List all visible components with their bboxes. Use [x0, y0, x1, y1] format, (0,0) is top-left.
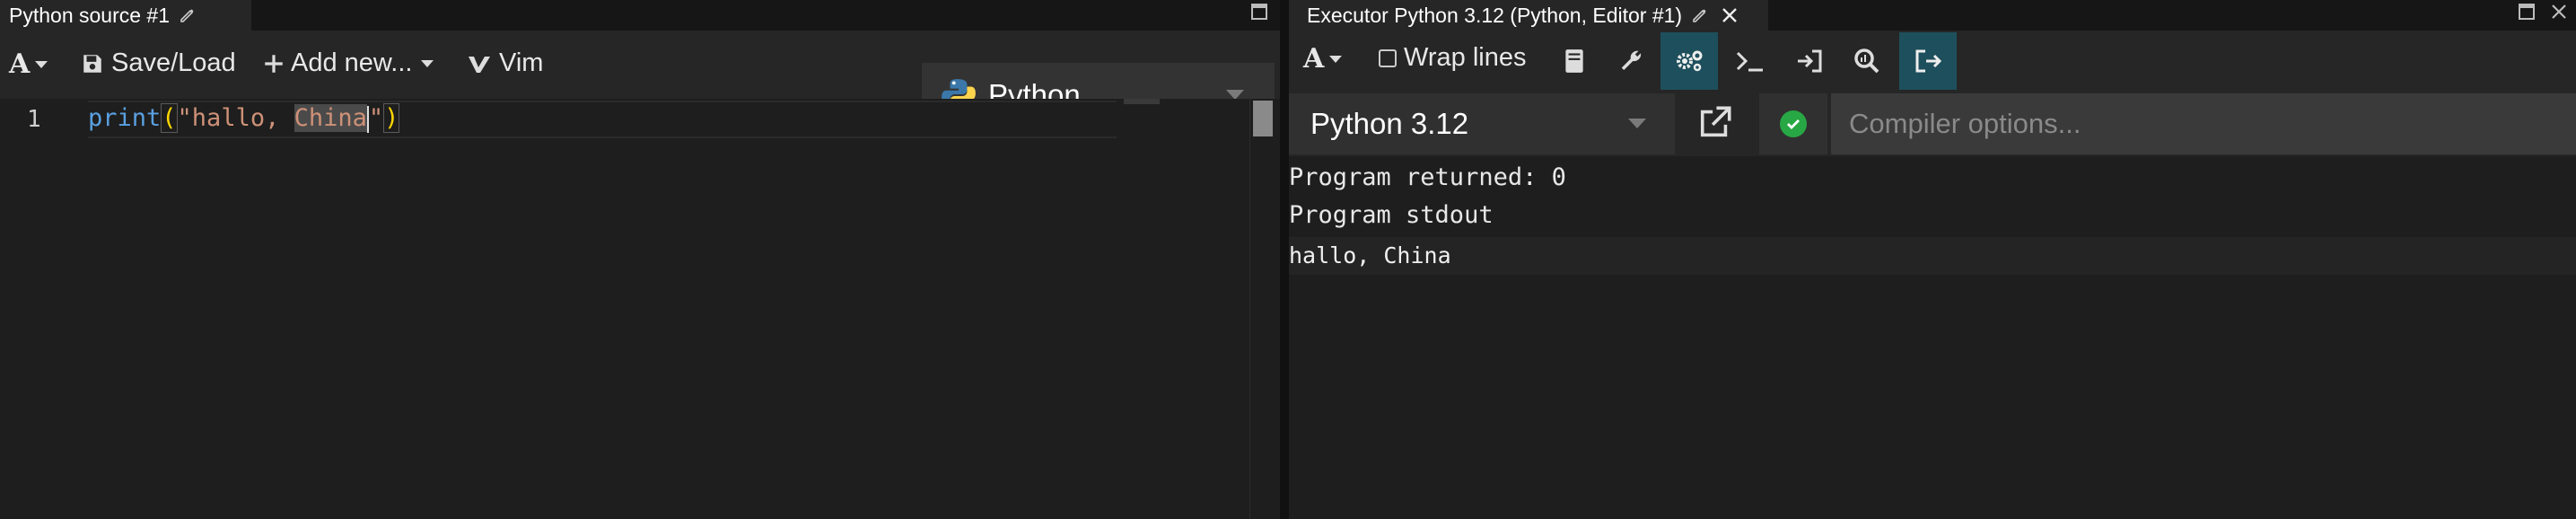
save-load-button[interactable]: Save/Load	[81, 48, 236, 78]
compiler-select[interactable]: Python 3.12	[1289, 93, 1675, 154]
output-button[interactable]	[1899, 32, 1957, 90]
executor-toolbar: A Wrap lines	[1289, 31, 2576, 92]
executor-pane: Executor Python 3.12 (Python, Editor #1)…	[1289, 0, 2576, 519]
tab-title: Python source #1	[9, 3, 171, 27]
check-circle-icon	[1780, 110, 1807, 137]
chevron-down-icon	[35, 60, 48, 68]
wrench-icon	[1621, 50, 1642, 70]
code-token-paren-close: )	[383, 103, 400, 133]
code-token-string-end: "	[368, 104, 384, 132]
execution-output: Program returned: 0 Program stdout hallo…	[1289, 156, 2576, 519]
code-token-selection: China	[294, 104, 367, 132]
line-number: 1	[27, 106, 41, 133]
pencil-icon[interactable]	[179, 6, 197, 24]
maximize-icon[interactable]	[2519, 4, 2535, 20]
code-token-function: print	[88, 104, 162, 132]
vim-icon	[469, 56, 490, 73]
left-tab-bar: Python source #1	[0, 0, 1280, 31]
code-line[interactable]: print("hallo, China")	[88, 103, 400, 133]
close-icon[interactable]	[1720, 5, 1739, 25]
gears-icon	[1677, 50, 1703, 72]
code-token-string: "hallo,	[177, 104, 294, 132]
chevron-down-icon	[1628, 119, 1646, 128]
compile-status[interactable]	[1759, 93, 1827, 154]
stdin-button[interactable]	[1781, 32, 1838, 90]
right-tab-bar: Executor Python 3.12 (Python, Editor #1)	[1289, 0, 2576, 31]
stdout-header: Program stdout	[1289, 201, 1494, 229]
compiler-options-input[interactable]	[1831, 93, 2576, 154]
sign-out-icon	[1915, 49, 1942, 73]
execution-settings-button[interactable]	[1660, 32, 1718, 90]
scrollbar-track	[1249, 99, 1250, 519]
vim-toggle-button[interactable]: Vim	[467, 48, 543, 78]
close-icon[interactable]	[2549, 2, 2569, 22]
compiler-label: Python 3.12	[1310, 107, 1469, 140]
compiler-options-row: Python 3.12	[1289, 92, 2576, 156]
program-returned-line: Program returned: 0	[1289, 163, 1566, 191]
sign-in-icon	[1798, 49, 1822, 73]
add-new-button[interactable]: Add new...	[262, 48, 434, 78]
maximize-icon[interactable]	[1251, 4, 1267, 20]
source-editor-pane: Python source #1 A Save/Load Add new... …	[0, 0, 1280, 519]
wrap-lines-checkbox[interactable]	[1379, 48, 1397, 67]
wrap-lines-toggle[interactable]: Wrap lines	[1379, 43, 1526, 73]
pencil-icon[interactable]	[1691, 6, 1709, 24]
code-editor[interactable]: 1 print("hallo, China")	[0, 99, 1280, 519]
chevron-down-icon	[1329, 55, 1343, 63]
book-icon-button[interactable]	[1546, 32, 1603, 90]
popout-icon[interactable]	[1697, 104, 1733, 140]
pane-splitter[interactable]	[1280, 0, 1289, 519]
analysis-button[interactable]	[1838, 32, 1896, 90]
font-size-button[interactable]: A	[9, 48, 48, 80]
vertical-scrollbar[interactable]	[1253, 101, 1273, 136]
stdout-line: hallo, China	[1289, 237, 2576, 275]
book-icon	[1565, 49, 1583, 73]
tab-executor[interactable]: Executor Python 3.12 (Python, Editor #1)	[1289, 0, 1768, 31]
tools-button[interactable]	[1603, 32, 1660, 90]
tab-python-source[interactable]: Python source #1	[0, 0, 251, 31]
font-icon: A	[9, 48, 31, 80]
magnifier-chart-icon	[1854, 48, 1879, 74]
code-token-paren-open: (	[161, 103, 178, 133]
plus-icon	[265, 54, 283, 73]
terminal-button[interactable]	[1722, 32, 1779, 90]
font-size-button[interactable]: A	[1303, 43, 1343, 75]
minimap[interactable]	[1124, 99, 1160, 104]
save-icon	[83, 54, 101, 73]
terminal-icon	[1736, 51, 1763, 72]
chevron-down-icon	[421, 59, 434, 67]
font-icon: A	[1303, 43, 1325, 75]
tab-title: Executor Python 3.12 (Python, Editor #1)	[1307, 3, 1683, 27]
